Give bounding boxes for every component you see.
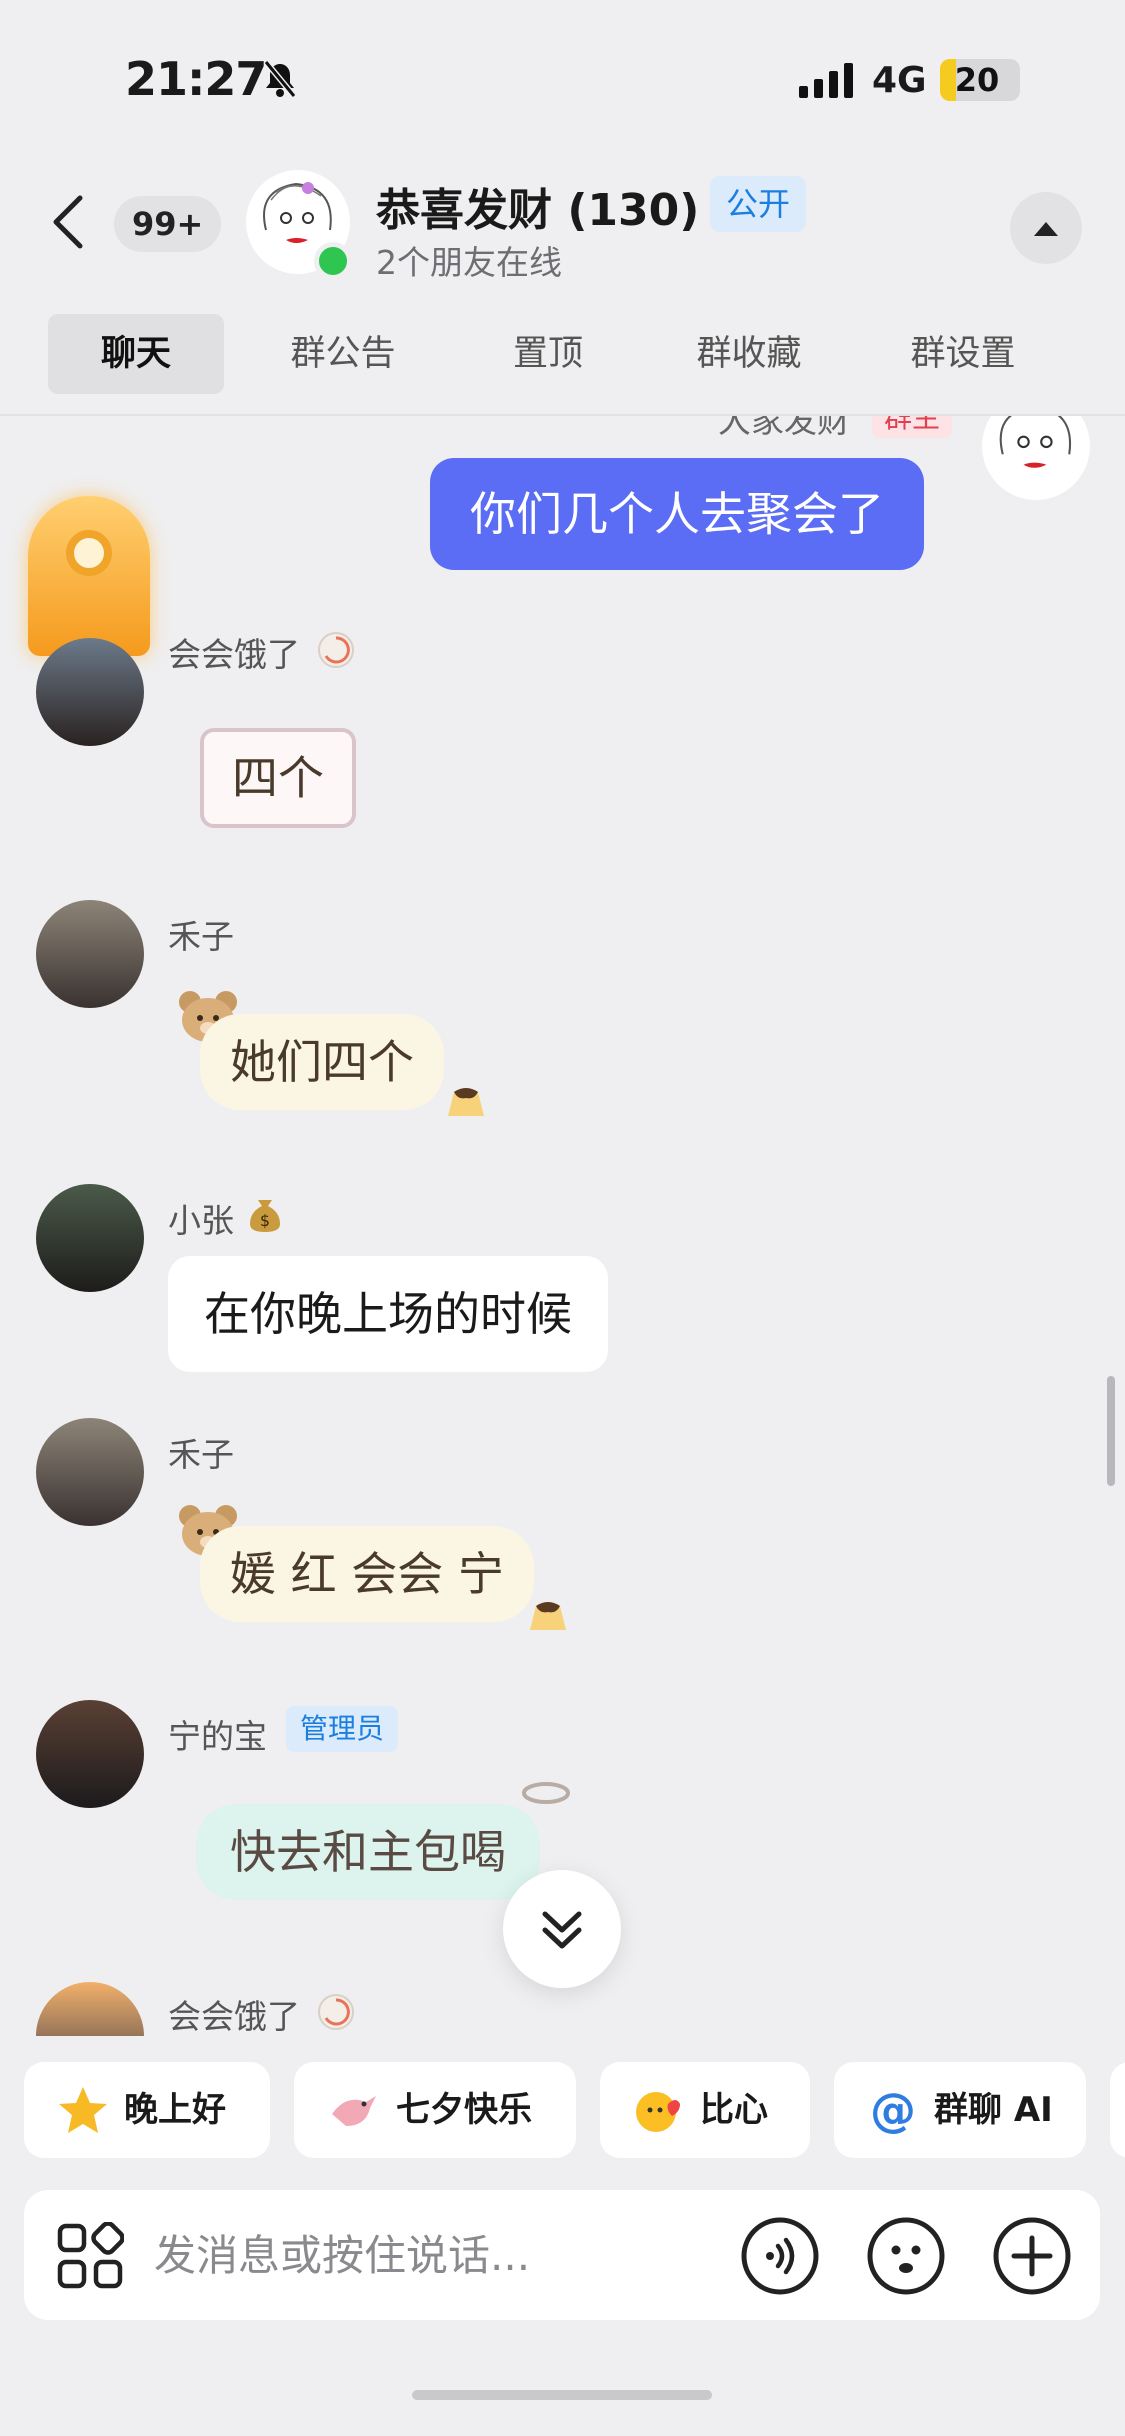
avatar[interactable] [36, 1418, 144, 1526]
magpie-icon [332, 2096, 376, 2126]
battery-indicator: 20 [940, 59, 1020, 101]
battery-level: 20 [954, 61, 1000, 99]
halo-icon [522, 1782, 570, 1804]
sender-name: 小张 [168, 1201, 234, 1240]
quick-reply-label: 七夕快乐 [396, 2090, 532, 2130]
avatar[interactable] [36, 1982, 144, 2036]
message-list[interactable]: 大家发财 群主 你们几个人去聚会了 会会饿了 四个 禾子 她们四个 小张 $ 在… [0, 416, 1125, 2036]
owner-tag: 群主 [872, 416, 953, 438]
status-bar: 21:27 4G 20 [0, 0, 1125, 150]
plus-icon[interactable] [992, 2216, 1072, 2296]
unread-count-badge[interactable]: 99+ [114, 196, 222, 252]
emoji-icon[interactable] [866, 2216, 946, 2296]
composer-bar [24, 2190, 1100, 2320]
quick-reply-label: 群聊 AI [934, 2090, 1053, 2130]
chat-header: 99+ 恭喜发财 (130) 公开 2个朋友在线 [0, 150, 1125, 300]
triangle-up-icon [1034, 222, 1058, 236]
sender-name: 禾子 [168, 1435, 234, 1474]
avatar-drawing [999, 416, 1072, 468]
public-tag: 公开 [710, 176, 807, 232]
money-bag-icon: $ [250, 1200, 280, 1232]
avatar[interactable] [36, 638, 144, 746]
sender-name: 禾子 [168, 917, 234, 956]
tab-settings[interactable]: 群设置 [878, 314, 1048, 394]
tab-announcement[interactable]: 群公告 [258, 314, 428, 394]
quick-reply-heart-hand[interactable]: 比心 [600, 2062, 810, 2158]
group-title[interactable]: 恭喜发财 (130) [376, 174, 699, 238]
tab-favorites[interactable]: 群收藏 [664, 314, 834, 394]
quick-reply-bar: 晚上好 七夕快乐 比心 @ 群聊 AI [0, 2062, 1125, 2158]
double-chevron-down-icon [542, 1911, 582, 1949]
pudding-icon [530, 1602, 566, 1630]
sender-name: 大家发财 [718, 416, 850, 440]
message-bubble-outgoing[interactable]: 你们几个人去聚会了 [430, 458, 924, 570]
signal-icon [799, 63, 853, 98]
scrollbar[interactable] [1107, 1376, 1115, 1486]
quick-reply-more[interactable] [1110, 2062, 1125, 2158]
candy-icon [318, 1994, 354, 2030]
message-bubble[interactable]: 在你晚上场的时候 [168, 1256, 608, 1372]
message-bubble[interactable]: 快去和主包喝 [196, 1804, 540, 1900]
quick-reply-label: 比心 [700, 2090, 768, 2130]
scroll-to-bottom-button[interactable] [503, 1870, 621, 1988]
bell-muted-icon [263, 60, 297, 98]
quick-reply-qixi[interactable]: 七夕快乐 [294, 2062, 576, 2158]
voice-icon[interactable] [740, 2216, 820, 2296]
message-bubble[interactable]: 媛 红 会会 宁 [200, 1526, 534, 1622]
sender-name: 宁的宝 [168, 1717, 267, 1756]
home-indicator[interactable] [412, 2390, 712, 2400]
apps-grid-icon[interactable] [56, 2222, 124, 2290]
status-time: 21:27 [125, 52, 267, 106]
tab-pinned[interactable]: 置顶 [478, 314, 618, 394]
quick-reply-group-ai[interactable]: @ 群聊 AI [834, 2062, 1086, 2158]
back-chevron-icon[interactable] [48, 192, 88, 252]
online-count: 2个朋友在线 [376, 243, 562, 282]
candy-icon [318, 632, 354, 668]
svg-text:$: $ [260, 1211, 270, 1230]
online-status-dot [314, 242, 352, 280]
sender-name: 会会饿了 [168, 1997, 300, 2036]
collapse-button[interactable] [1010, 192, 1082, 264]
network-type: 4G [872, 60, 927, 101]
door-icon [28, 496, 150, 656]
avatar[interactable] [36, 1184, 144, 1292]
quick-reply-label: 晚上好 [124, 2090, 226, 2130]
heart-hand-icon [636, 2092, 680, 2132]
message-bubble[interactable]: 她们四个 [200, 1014, 444, 1110]
pudding-icon [448, 1088, 484, 1116]
at-sign-icon: @ [870, 2083, 916, 2137]
avatar[interactable] [36, 1700, 144, 1808]
admin-tag: 管理员 [286, 1706, 399, 1752]
avatar[interactable] [982, 416, 1090, 500]
star-icon [59, 2087, 107, 2133]
avatar[interactable] [36, 900, 144, 1008]
quick-reply-good-evening[interactable]: 晚上好 [24, 2062, 270, 2158]
message-bubble[interactable]: 四个 [200, 728, 356, 828]
message-input[interactable] [154, 2210, 634, 2300]
sender-name: 会会饿了 [168, 635, 300, 674]
tab-bar: 聊天 群公告 置顶 群收藏 群设置 [48, 314, 1088, 394]
tab-chat[interactable]: 聊天 [48, 314, 224, 394]
